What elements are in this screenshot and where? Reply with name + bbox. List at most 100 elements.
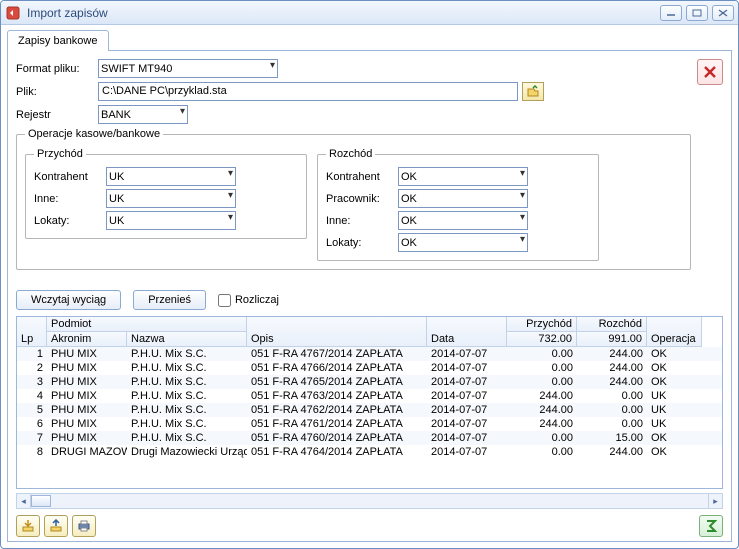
table-cell: 051 F-RA 4764/2014 ZAPŁATA [247, 445, 427, 459]
table-cell: 0.00 [507, 375, 577, 389]
table-cell: 6 [17, 417, 47, 431]
export-icon-button[interactable] [44, 515, 68, 537]
file-path-input[interactable]: C:\DANE PC\przyklad.sta [98, 82, 518, 101]
table-cell: 2014-07-07 [427, 417, 507, 431]
table-cell: OK [647, 445, 702, 459]
scroll-thumb[interactable] [31, 495, 51, 507]
window-title: Import zapisów [27, 6, 660, 20]
tab-zapisy-bankowe[interactable]: Zapisy bankowe [7, 30, 109, 51]
table-cell: 244.00 [577, 347, 647, 361]
rozliczaj-checkbox[interactable]: Rozliczaj [218, 294, 279, 307]
rozliczaj-label: Rozliczaj [235, 294, 279, 306]
table-row[interactable]: 5PHU MIXP.H.U. Mix S.C.051 F-RA 4762/201… [17, 403, 722, 417]
income-lokaty-select[interactable]: UK [106, 211, 236, 230]
income-inne-label: Inne: [34, 193, 106, 205]
rozliczaj-input[interactable] [218, 294, 231, 307]
table-cell: OK [647, 361, 702, 375]
wczytaj-button[interactable]: Wczytaj wyciąg [16, 290, 121, 310]
sum-icon-button[interactable] [699, 515, 723, 537]
col-nazwa[interactable]: Nazwa [127, 332, 247, 347]
table-cell: 7 [17, 431, 47, 445]
col-operacja[interactable]: Operacja [647, 317, 702, 347]
table-cell: PHU MIX [47, 417, 127, 431]
table-cell: UK [647, 403, 702, 417]
col-data[interactable]: Data [427, 317, 507, 347]
table-cell: 051 F-RA 4767/2014 ZAPŁATA [247, 347, 427, 361]
income-inne-select[interactable]: UK [106, 189, 236, 208]
table-cell: 2014-07-07 [427, 431, 507, 445]
table-cell: 244.00 [507, 403, 577, 417]
przenies-button[interactable]: Przenieś [133, 290, 206, 310]
table-cell: 244.00 [507, 389, 577, 403]
format-select[interactable]: SWIFT MT940 [98, 59, 278, 78]
table-cell: PHU MIX [47, 375, 127, 389]
table-cell: 244.00 [577, 445, 647, 459]
table-cell: 2014-07-07 [427, 445, 507, 459]
table-cell: 051 F-RA 4760/2014 ZAPŁATA [247, 431, 427, 445]
titlebar: Import zapisów [1, 1, 738, 25]
table-cell: 0.00 [507, 347, 577, 361]
table-cell: 0.00 [507, 361, 577, 375]
rejestr-select[interactable]: BANK [98, 105, 188, 124]
table-row[interactable]: 8DRUGI MAZOWDrugi Mazowiecki Urząd S051 … [17, 445, 722, 459]
operations-legend: Operacje kasowe/bankowe [25, 128, 163, 140]
table-cell: 3 [17, 375, 47, 389]
table-cell: P.H.U. Mix S.C. [127, 431, 247, 445]
expense-group: Rozchód Kontrahent OK Pracownik: OK [317, 148, 599, 261]
horizontal-scrollbar[interactable]: ◂ ▸ [16, 493, 723, 509]
table-cell: 051 F-RA 4766/2014 ZAPŁATA [247, 361, 427, 375]
expense-lokaty-label: Lokaty: [326, 237, 398, 249]
col-podmiot[interactable]: Podmiot [47, 317, 247, 332]
table-cell: 2014-07-07 [427, 361, 507, 375]
table-row[interactable]: 7PHU MIXP.H.U. Mix S.C.051 F-RA 4760/201… [17, 431, 722, 445]
table-cell: 051 F-RA 4761/2014 ZAPŁATA [247, 417, 427, 431]
expense-lokaty-select[interactable]: OK [398, 233, 528, 252]
maximize-button[interactable] [686, 5, 708, 21]
income-kontrahent-label: Kontrahent [34, 171, 106, 183]
table-cell: 5 [17, 403, 47, 417]
table-cell: 0.00 [577, 403, 647, 417]
col-przychod[interactable]: Przychód [507, 317, 577, 332]
scroll-left-icon[interactable]: ◂ [17, 494, 31, 508]
col-akronim[interactable]: Akronim [47, 332, 127, 347]
table-cell: 0.00 [577, 389, 647, 403]
minimize-button[interactable] [660, 5, 682, 21]
rejestr-label: Rejestr [16, 109, 98, 121]
table-cell: 2 [17, 361, 47, 375]
table-row[interactable]: 6PHU MIXP.H.U. Mix S.C.051 F-RA 4761/201… [17, 417, 722, 431]
table-cell: 8 [17, 445, 47, 459]
table-cell: PHU MIX [47, 347, 127, 361]
table-cell: 4 [17, 389, 47, 403]
table-cell: P.H.U. Mix S.C. [127, 347, 247, 361]
table-row[interactable]: 4PHU MIXP.H.U. Mix S.C.051 F-RA 4763/201… [17, 389, 722, 403]
print-icon-button[interactable] [72, 515, 96, 537]
table-cell: 0.00 [507, 431, 577, 445]
data-grid[interactable]: Lp Podmiot Opis Data Przychód Rozchód Op… [16, 316, 723, 489]
income-kontrahent-select[interactable]: UK [106, 167, 236, 186]
income-lokaty-label: Lokaty: [34, 215, 106, 227]
table-row[interactable]: 1PHU MIXP.H.U. Mix S.C.051 F-RA 4767/201… [17, 347, 722, 361]
app-icon [5, 5, 21, 21]
browse-file-button[interactable] [522, 82, 544, 101]
table-cell: 051 F-RA 4762/2014 ZAPŁATA [247, 403, 427, 417]
col-opis[interactable]: Opis [247, 317, 427, 347]
expense-pracownik-select[interactable]: OK [398, 189, 528, 208]
col-lp[interactable]: Lp [17, 317, 47, 347]
table-row[interactable]: 2PHU MIXP.H.U. Mix S.C.051 F-RA 4766/201… [17, 361, 722, 375]
cancel-button[interactable] [697, 59, 723, 85]
expense-inne-select[interactable]: OK [398, 211, 528, 230]
scroll-right-icon[interactable]: ▸ [708, 494, 722, 508]
expense-kontrahent-select[interactable]: OK [398, 167, 528, 186]
close-button[interactable] [712, 5, 734, 21]
table-cell: OK [647, 375, 702, 389]
table-cell: 2014-07-07 [427, 375, 507, 389]
expense-inne-label: Inne: [326, 215, 398, 227]
expense-kontrahent-label: Kontrahent [326, 171, 398, 183]
table-cell: PHU MIX [47, 389, 127, 403]
import-icon-button[interactable] [16, 515, 40, 537]
col-rozchod[interactable]: Rozchód [577, 317, 647, 332]
table-row[interactable]: 3PHU MIXP.H.U. Mix S.C.051 F-RA 4765/201… [17, 375, 722, 389]
table-cell: 0.00 [577, 417, 647, 431]
table-cell: 051 F-RA 4765/2014 ZAPŁATA [247, 375, 427, 389]
table-cell: 2014-07-07 [427, 347, 507, 361]
